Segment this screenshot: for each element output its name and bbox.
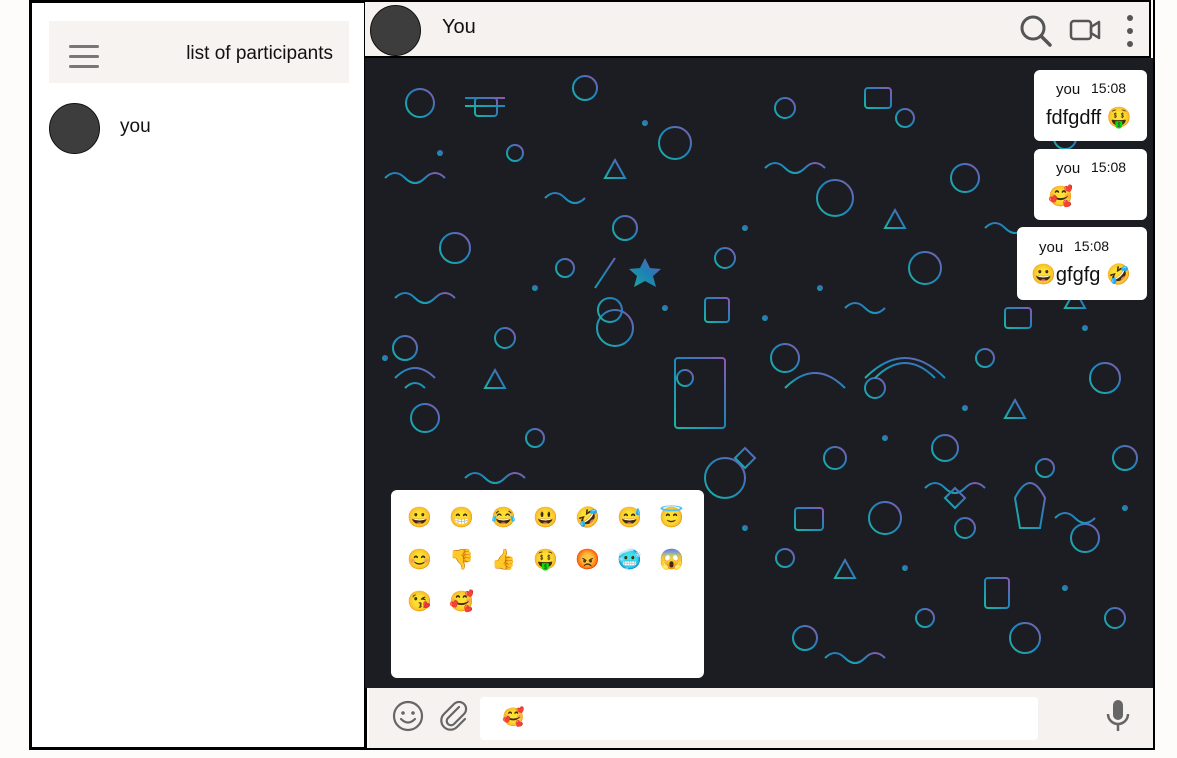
emoji-option[interactable]: 😁 (449, 507, 474, 529)
message-input[interactable]: 🥰 (480, 697, 1038, 740)
hamburger-menu-icon[interactable] (69, 45, 99, 69)
emoji-option[interactable]: 😘 (407, 591, 432, 613)
avatar (49, 103, 100, 154)
sidebar-header: list of participants (49, 21, 349, 83)
message-time: 15:08 (1091, 80, 1127, 96)
participants-sidebar: list of participants you (29, 0, 367, 750)
search-icon[interactable] (1019, 14, 1053, 48)
message-bubble[interactable]: you 15:08 😀gfgfg 🤣 (1017, 227, 1147, 300)
message-text: 😀gfgfg 🤣 (1031, 264, 1131, 286)
paperclip-icon[interactable] (439, 699, 469, 731)
message-text: 🥰 (1048, 186, 1073, 208)
emoji-option[interactable]: 😃 (533, 507, 558, 529)
emoji-option[interactable]: 👍 (491, 549, 516, 571)
emoji-option[interactable]: 🥶 (617, 549, 642, 571)
chat-panel: You you 15:08 fdfgdff 🤑 you 15:08 🥰 you … (365, 0, 1155, 750)
message-author: you (1039, 239, 1064, 256)
participant-item[interactable]: you (49, 103, 349, 155)
message-time: 15:08 (1074, 238, 1110, 254)
emoji-option[interactable]: 🥰 (449, 591, 474, 613)
emoji-option[interactable]: 😇 (659, 507, 684, 529)
chat-title: You (442, 16, 476, 38)
avatar[interactable] (370, 5, 421, 56)
message-author: you (1056, 81, 1081, 98)
message-time: 15:08 (1091, 159, 1127, 175)
message-author: you (1056, 160, 1081, 177)
emoji-option[interactable]: 😂 (491, 507, 516, 529)
emoji-option[interactable]: 😊 (407, 549, 432, 571)
emoji-option[interactable]: 🤑 (533, 549, 558, 571)
sidebar-title: list of participants (186, 43, 333, 64)
composer-bar: 🥰 (369, 688, 1153, 748)
chat-header: You (365, 0, 1151, 58)
message-input-value: 🥰 (502, 707, 525, 727)
emoji-option[interactable]: 👎 (449, 549, 474, 571)
emoji-option[interactable]: 😅 (617, 507, 642, 529)
smiley-icon[interactable] (391, 699, 425, 733)
emoji-option[interactable]: 😱 (659, 549, 684, 571)
emoji-picker: 😀 😁 😂 😃 🤣 😅 😇 😊 👎 👍 🤑 😡 🥶 😱 😘 🥰 (391, 490, 704, 678)
video-camera-icon[interactable] (1069, 17, 1101, 43)
emoji-option[interactable]: 😡 (575, 549, 600, 571)
participant-name: you (120, 116, 151, 137)
emoji-option[interactable]: 😀 (407, 507, 432, 529)
more-vertical-icon[interactable] (1123, 14, 1137, 48)
message-bubble[interactable]: you 15:08 fdfgdff 🤑 (1034, 70, 1147, 141)
message-text: fdfgdff 🤑 (1046, 107, 1132, 129)
microphone-icon[interactable] (1105, 698, 1131, 734)
emoji-option[interactable]: 🤣 (575, 507, 600, 529)
chat-wallpaper: you 15:08 fdfgdff 🤑 you 15:08 🥰 you 15:0… (365, 58, 1153, 688)
message-bubble[interactable]: you 15:08 🥰 (1034, 149, 1147, 220)
